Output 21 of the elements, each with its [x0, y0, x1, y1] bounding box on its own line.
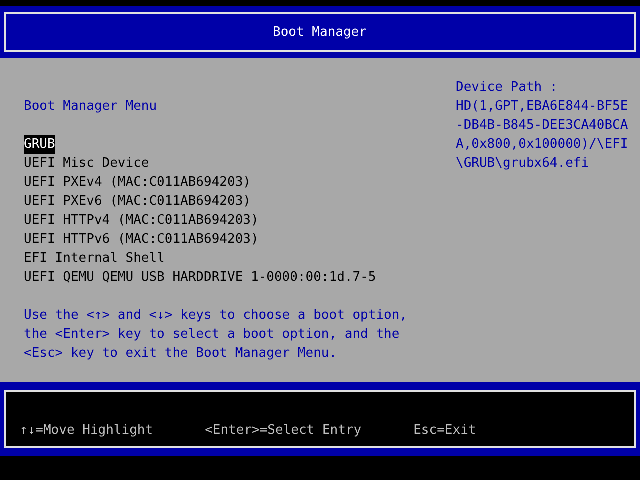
help-text: Use the <↑> and <↓> keys to choose a boot option,: [24, 307, 409, 325]
menu-title: Boot Manager Menu: [24, 98, 158, 116]
help-text: <Esc> key to exit the Boot Manager Menu.: [24, 345, 338, 363]
help-text: the <Enter> key to select a boot option, and the: [24, 326, 401, 344]
boot-option[interactable]: UEFI HTTPv4 (MAC:C011AB694203): [24, 211, 259, 230]
device-path-text: -DB4B-B845-DEE3CA40BCA: [456, 117, 628, 135]
boot-option[interactable]: UEFI HTTPv6 (MAC:C011AB694203): [24, 230, 259, 249]
device-path-text: \GRUB\grubx64.efi: [456, 155, 590, 173]
boot-option[interactable]: UEFI PXEv4 (MAC:C011AB694203): [24, 173, 251, 192]
screen-title: Boot Manager: [273, 24, 367, 42]
key-hint: ↑↓=Move Highlight: [20, 422, 154, 440]
key-hint: <Enter>=Select Entry: [205, 422, 362, 440]
device-path-text: A,0x800,0x100000)/\EFI: [456, 136, 628, 154]
device-path-text: HD(1,GPT,EBA6E844-BF5E: [456, 98, 628, 116]
boot-option[interactable]: GRUB: [24, 135, 56, 154]
boot-option[interactable]: EFI Internal Shell: [24, 249, 165, 268]
boot-option[interactable]: UEFI Misc Device: [24, 154, 150, 173]
boot-option[interactable]: UEFI PXEv6 (MAC:C011AB694203): [24, 192, 251, 211]
boot-option[interactable]: UEFI QEMU QEMU USB HARDDRIVE 1-0000:00:1d.7-5: [24, 268, 376, 287]
key-hint: Esc=Exit: [414, 422, 476, 440]
device-path-label: Device Path :: [456, 79, 559, 97]
